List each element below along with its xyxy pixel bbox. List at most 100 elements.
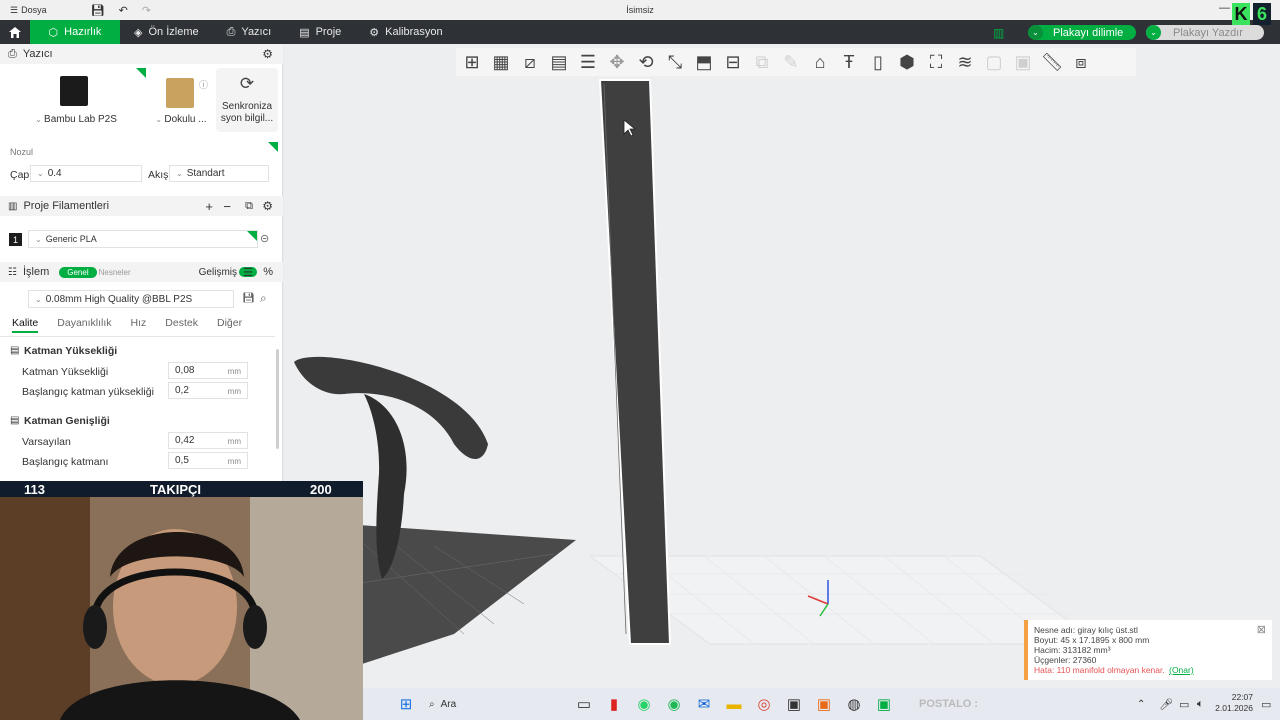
view-cube-icon[interactable]: ⬢ (895, 52, 919, 73)
printer-card-corner (136, 68, 146, 78)
sync-info-button[interactable]: ⟳ Senkroniza syon bilgil... (216, 68, 278, 132)
task-view-icon[interactable]: ▭ (569, 695, 599, 713)
save-icon[interactable]: 💾︎ (91, 4, 105, 17)
slice-plate-button[interactable]: ⌄ Plakayı dilimle (1028, 25, 1136, 40)
plate-list-icon[interactable]: ▥ (993, 26, 1004, 40)
compare-icon[interactable]: % (263, 266, 273, 278)
chevron-down-icon: ⌄ (35, 294, 42, 304)
clock[interactable]: 22:07 2.01.2026 (1215, 692, 1253, 714)
chevron-down-icon[interactable]: ⌄ (1146, 25, 1161, 40)
add-object-icon[interactable]: ⊞ (460, 52, 484, 73)
calibration-icon: ⚙ (369, 26, 380, 39)
save-profile-icon[interactable]: 💾︎ (242, 293, 255, 304)
tab-dayaniklilik[interactable]: Dayanıklılık (57, 317, 111, 333)
close-icon[interactable]: ⊠ (1257, 625, 1266, 636)
tab-hiz[interactable]: Hız (131, 317, 147, 333)
filament-sync-icon[interactable]: ⧉ (245, 200, 253, 213)
remove-icon[interactable]: − (223, 199, 231, 214)
tab-kalibrasyon[interactable]: ⚙ Kalibrasyon (355, 20, 456, 44)
bambu-studio-icon[interactable]: ▣ (869, 695, 899, 713)
default-line-width-input[interactable]: 0,42 mm (168, 432, 248, 449)
tab-hazirlik[interactable]: ⬡ Hazırlık (30, 20, 120, 44)
microphone-icon[interactable]: 🎤︎ (1159, 698, 1173, 711)
arrange-icon[interactable]: ▤ (547, 52, 571, 73)
process-tabs: Kalite Dayanıklılık Hız Destek Diğer (12, 317, 242, 333)
orange-app-icon[interactable]: ▣ (809, 695, 839, 713)
initial-layer-height-input[interactable]: 0,2 mm (168, 382, 248, 399)
scale-icon[interactable]: ⤡ (663, 52, 687, 73)
filament-section-header: ▥ Proje Filamentleri + − ⧉ ⚙ (0, 196, 283, 216)
3d-viewport[interactable] (284, 44, 1280, 688)
assembly-icon[interactable]: ⧈ (1069, 52, 1093, 73)
redo-icon[interactable]: ↷ (142, 4, 151, 17)
hazirlik-icon: ⬡ (48, 26, 59, 39)
boolean-icon[interactable]: ⧉ (750, 52, 774, 73)
lay-on-face-icon[interactable]: ⬒ (692, 52, 716, 73)
undo-icon[interactable]: ↶ (119, 4, 128, 17)
variable-layer-icon[interactable]: ▣ (1011, 52, 1035, 73)
print-plate-button[interactable]: ⌄ Plakayı Yazdır (1146, 25, 1264, 40)
layers-icon[interactable]: ≋ (953, 52, 977, 73)
emboss-icon[interactable]: ▯ (866, 52, 890, 73)
epic-games-icon[interactable]: ▣ (779, 695, 809, 713)
info-icon[interactable]: ⓘ (199, 78, 208, 91)
chevron-down-icon: ⌄ (35, 234, 42, 244)
add-icon[interactable]: + (205, 199, 213, 214)
home-button[interactable] (0, 20, 30, 44)
plate-layout-icon[interactable]: ☰ (576, 52, 600, 73)
tab-diger[interactable]: Diğer (217, 317, 242, 333)
chevron-down-icon[interactable]: ⌄ (1028, 25, 1043, 40)
printer-card[interactable]: ⌄ Bambu Lab P2S (6, 66, 146, 132)
text-icon[interactable]: Ŧ (837, 52, 861, 73)
cut-icon[interactable]: ⊟ (721, 52, 745, 73)
home-icon (9, 26, 21, 38)
folder-icon[interactable]: ▬ (719, 696, 749, 713)
layer-height-input[interactable]: 0,08 mm (168, 362, 248, 379)
network-icon[interactable]: ▭ (1179, 698, 1189, 711)
process-profile-select[interactable]: ⌄ 0.08mm High Quality @BBL P2S (28, 290, 234, 308)
general-toggle[interactable]: Genel (59, 266, 97, 278)
tab-yazici[interactable]: ⎙ Yazıcı (213, 20, 286, 44)
tab-proje[interactable]: ▤ Proje (285, 20, 355, 44)
tab-on-izleme[interactable]: ◈ Ön İzleme (120, 20, 213, 44)
objects-toggle[interactable]: Nesneler (99, 268, 131, 277)
red-app-icon[interactable]: ▮ (599, 695, 629, 713)
tab-kalite[interactable]: Kalite (12, 317, 39, 333)
color-paint-icon[interactable]: ⌂ (808, 52, 832, 73)
repair-link[interactable]: (Onar) (1169, 665, 1194, 675)
file-menu[interactable]: ☰ Dosya (10, 5, 47, 16)
plate-thumbnail (166, 78, 194, 108)
nozzle-diameter-select[interactable]: ⌄ 0.4 (30, 165, 142, 182)
gear-icon[interactable]: ⚙ (262, 199, 273, 213)
chrome-icon[interactable]: ◎ (749, 695, 779, 713)
add-plate-icon[interactable]: ▦ (489, 52, 513, 73)
filament-select[interactable]: ⌄ Generic PLA (28, 230, 258, 248)
windows-start-icon[interactable]: ⊞ (391, 695, 421, 713)
filament-edit-icon[interactable]: ⊝ (260, 232, 269, 245)
taskbar-search[interactable]: ⌕ Ara (429, 699, 569, 710)
auto-orient-icon[interactable]: ⧄ (518, 52, 542, 73)
mail-icon[interactable]: ✉ (689, 695, 719, 713)
notifications-icon[interactable]: ▭ (1261, 698, 1271, 711)
scene-canvas (294, 79, 1102, 664)
spotify-icon[interactable]: ◉ (659, 695, 689, 713)
tray-chevron-icon[interactable]: ⌃ (1137, 699, 1145, 710)
support-paint-icon[interactable]: ✎ (779, 52, 803, 73)
tab-destek[interactable]: Destek (165, 317, 198, 333)
obs-icon[interactable]: ◍ (839, 695, 869, 713)
rotate-icon[interactable]: ⟲ (634, 52, 658, 73)
bounding-box-icon[interactable]: ⛶ (924, 52, 948, 73)
seam-icon[interactable]: ▢ (982, 52, 1006, 73)
measure-icon[interactable]: 📏︎ (1040, 52, 1064, 73)
list-icon[interactable]: ☰ (243, 266, 253, 279)
search-icon[interactable]: ⌕ (260, 291, 267, 306)
volume-icon[interactable]: 🔈︎ (1197, 698, 1204, 711)
flow-select[interactable]: ⌄ Standart (169, 165, 269, 182)
plate-card[interactable]: ⓘ ⌄ Dokulu ... (150, 66, 212, 132)
move-icon[interactable]: ✥ (605, 52, 629, 73)
initial-layer-width-input[interactable]: 0,5 mm (168, 452, 248, 469)
gear-icon[interactable]: ⚙ (262, 47, 273, 61)
scrollbar[interactable] (276, 349, 279, 449)
minimize-icon[interactable]: — (1219, 2, 1230, 14)
whatsapp-icon[interactable]: ◉ (629, 695, 659, 713)
